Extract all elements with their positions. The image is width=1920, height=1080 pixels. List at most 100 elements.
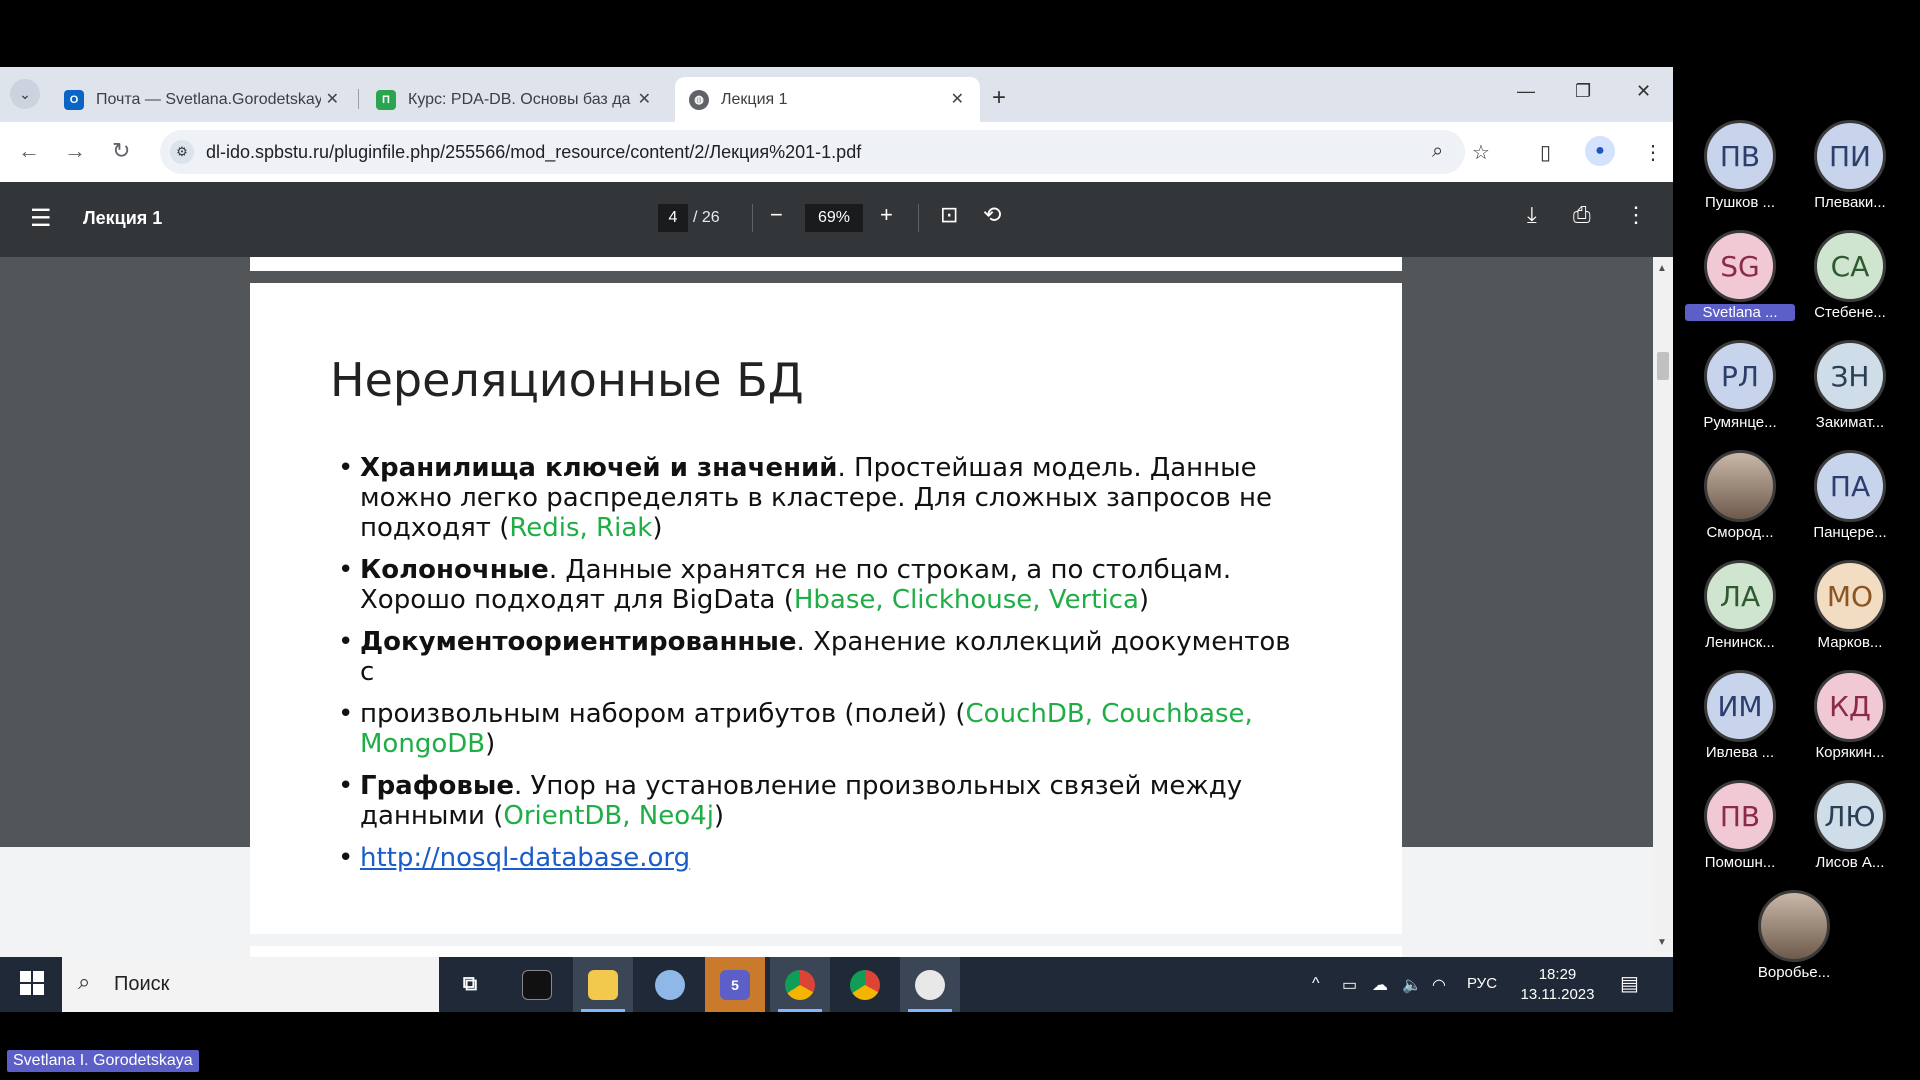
paint-icon[interactable] [640, 957, 700, 1012]
tab-separator [358, 89, 359, 109]
browser-tabstrip: ⌄ O Почта — Svetlana.Gorodetskaya ✕ П Ку… [0, 67, 1673, 122]
participant-tile[interactable]: SG Svetlana ... [1685, 230, 1795, 321]
tab-course[interactable]: П Курс: PDA-DB. Основы баз да ✕ [362, 77, 667, 122]
scroll-down-icon[interactable]: ▼ [1657, 937, 1667, 948]
participant-tile[interactable]: ПА Панцере... [1795, 450, 1905, 541]
pdf-toolbar: ☰ Лекция 1 4 / 26 − 69% + ⊡ ⟲ ⤓ ⎙ ⋮ [0, 182, 1673, 257]
search-icon: ⌕ [78, 969, 91, 994]
shared-screen: ⌄ O Почта — Svetlana.Gorodetskaya ✕ П Ку… [0, 67, 1673, 1012]
url-text[interactable]: dl-ido.spbstu.ru/pluginfile.php/255566/m… [206, 142, 861, 163]
avatar: SG [1704, 230, 1776, 302]
nosql-link[interactable]: http://nosql-database.org [360, 843, 690, 873]
participant-name: Корякин... [1815, 744, 1885, 761]
volume-icon[interactable]: 🔈 [1402, 975, 1422, 995]
zoom-in-icon[interactable]: + [880, 202, 893, 228]
close-icon[interactable]: ✕ [951, 89, 964, 109]
tab-lecture[interactable]: ◍ Лекция 1 ✕ [675, 77, 980, 122]
bullet-item: произвольным набором атрибутов (полей) (… [338, 699, 1310, 759]
pdf-page: Нереляционные БД Хранилища ключей и знач… [250, 283, 1402, 934]
tray-chevron-icon[interactable]: ^ [1312, 975, 1320, 993]
download-icon[interactable]: ⤓ [1527, 202, 1537, 228]
participant-name: Ленинск... [1705, 634, 1775, 651]
participant-name: Лисов А... [1815, 854, 1885, 871]
task-view-icon[interactable]: ⧉ [440, 957, 500, 1012]
pdf-more-icon[interactable]: ⋮ [1625, 202, 1647, 228]
participant-tile[interactable]: КД Корякин... [1795, 670, 1905, 761]
clock[interactable]: 18:29 13.11.2023 [1515, 965, 1600, 1005]
avatar: КД [1814, 670, 1886, 742]
restore-icon[interactable]: ❐ [1575, 81, 1591, 102]
participant-tile[interactable]: ЛА Ленинск... [1685, 560, 1795, 651]
terminal-icon[interactable] [507, 957, 567, 1012]
file-explorer-icon[interactable] [573, 957, 633, 1012]
participant-tile[interactable]: ПИ Плеваки... [1795, 120, 1905, 211]
tab-mail[interactable]: O Почта — Svetlana.Gorodetskaya ✕ [50, 77, 355, 122]
print-icon[interactable]: ⎙ [1573, 202, 1591, 228]
side-panel-icon[interactable]: ▯ [1540, 140, 1551, 165]
participant-tile[interactable]: ЗН Закимат... [1795, 340, 1905, 431]
avatar: РЛ [1704, 340, 1776, 412]
bullet-item: Колоночные. Данные хранятся не по строка… [338, 555, 1310, 615]
taskbar-search[interactable]: ⌕ Поиск [62, 957, 439, 1012]
scroll-up-icon[interactable]: ▲ [1657, 263, 1667, 274]
bullet-list: Хранилища ключей и значений. Простейшая … [338, 453, 1310, 885]
windows-start-icon[interactable] [20, 971, 44, 995]
avatar: МО [1814, 560, 1886, 632]
address-bar[interactable]: ⚙ dl-ido.spbstu.ru/pluginfile.php/255566… [160, 130, 1490, 174]
more-menu-icon[interactable]: ⋮ [1643, 140, 1663, 165]
chrome-icon[interactable] [835, 957, 895, 1012]
participant-name: Помошн... [1704, 854, 1776, 871]
site-settings-icon[interactable]: ⚙ [170, 140, 194, 164]
reload-icon[interactable]: ↻ [112, 138, 130, 164]
close-icon[interactable]: ✕ [326, 89, 339, 109]
zoom-out-icon[interactable]: − [770, 202, 783, 228]
participant-tile[interactable]: Воробье... [1739, 890, 1849, 981]
avatar: СА [1814, 230, 1886, 302]
close-icon[interactable]: ✕ [638, 89, 651, 109]
pdf-scrollbar[interactable]: ▲ ▼ [1653, 257, 1673, 952]
participant-tile[interactable]: МО Марков... [1795, 560, 1905, 651]
forward-icon[interactable]: → [64, 138, 86, 164]
previous-page [250, 257, 1402, 271]
language-indicator[interactable]: РУС [1467, 975, 1497, 992]
profile-icon[interactable]: ● [1585, 136, 1615, 166]
avatar: ПА [1814, 450, 1886, 522]
bullet-item: http://nosql-database.org [338, 843, 1310, 873]
participant-tile[interactable]: РЛ Румянце... [1685, 340, 1795, 431]
window-close-icon[interactable]: ✕ [1636, 81, 1651, 102]
minimize-icon[interactable]: — [1517, 81, 1535, 102]
avatar: ЛА [1704, 560, 1776, 632]
participant-tile[interactable]: ПВ Помошн... [1685, 780, 1795, 871]
participant-tile[interactable]: ЛЮ Лисов А... [1795, 780, 1905, 871]
back-icon[interactable]: ← [18, 138, 40, 164]
pdf-viewer-area[interactable]: Нереляционные БД Хранилища ключей и знач… [0, 257, 1673, 966]
participant-tile[interactable]: Смород... [1685, 450, 1795, 541]
participant-name: Марков... [1817, 634, 1883, 651]
globe-icon: ◍ [689, 89, 709, 110]
bookmark-star-icon[interactable]: ☆ [1472, 140, 1490, 165]
zoom-search-icon[interactable]: ⌕ [1432, 140, 1443, 163]
new-tab-button[interactable]: + [992, 84, 1006, 112]
participant-name: Пушков ... [1704, 194, 1776, 211]
rotate-icon[interactable]: ⟲ [983, 202, 1001, 228]
tab-search-button[interactable]: ⌄ [10, 79, 40, 109]
avatar: ПИ [1814, 120, 1886, 192]
chrome-icon[interactable] [770, 957, 830, 1012]
fit-page-icon[interactable]: ⊡ [940, 202, 958, 228]
notification-icon[interactable]: ▤ [1620, 971, 1639, 996]
cloud-icon[interactable]: ☁ [1372, 975, 1388, 995]
participant-name: Стебене... [1814, 304, 1886, 321]
avatar [1758, 890, 1830, 962]
scroll-thumb[interactable] [1657, 352, 1669, 380]
wifi-icon[interactable]: ◠ [1432, 975, 1446, 995]
battery-icon[interactable]: ▭ [1342, 975, 1357, 995]
page-number-input[interactable]: 4 [658, 204, 688, 232]
teams-icon[interactable]: 5 [705, 957, 765, 1012]
participant-tile[interactable]: ИМ Ивлева ... [1685, 670, 1795, 761]
participant-tile[interactable]: СА Стебене... [1795, 230, 1905, 321]
menu-icon[interactable]: ☰ [30, 204, 52, 233]
participant-tile[interactable]: ПВ Пушков ... [1685, 120, 1795, 211]
zoom-input[interactable]: 69% [805, 204, 863, 232]
app-icon[interactable] [900, 957, 960, 1012]
moodle-icon: П [376, 89, 396, 110]
